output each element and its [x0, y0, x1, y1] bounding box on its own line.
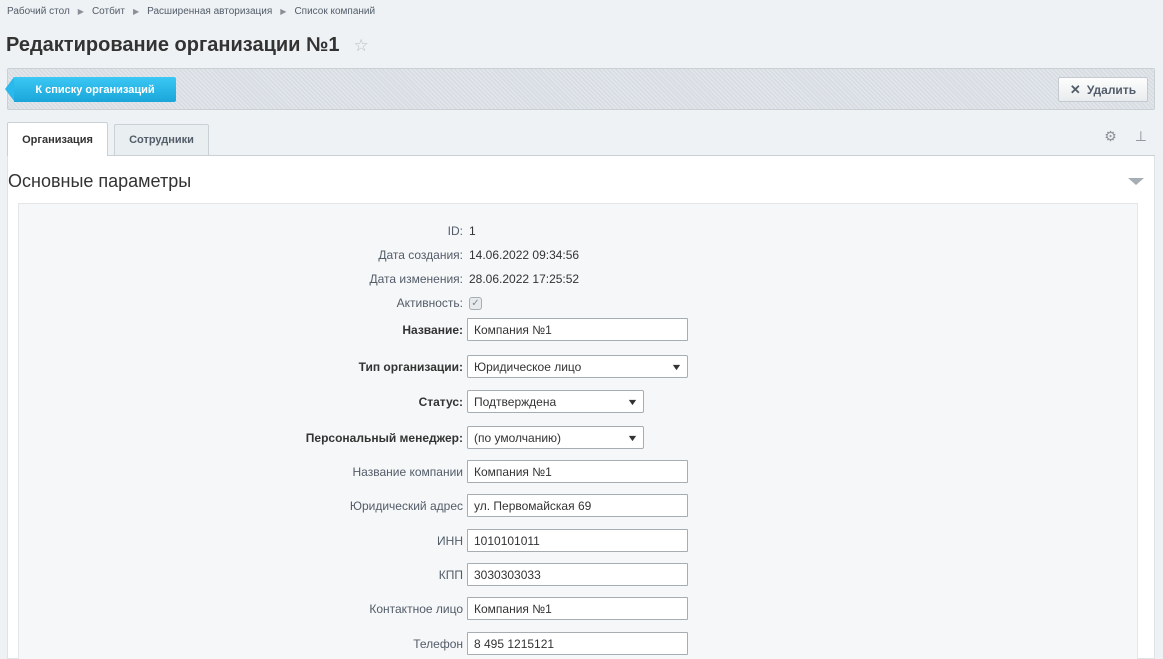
toolbar: К списку организаций ✕ Удалить	[5, 68, 1155, 110]
page-title: Редактирование организации №1	[6, 34, 340, 56]
name-label: Название:	[402, 322, 463, 337]
tab-employees[interactable]: Сотрудники	[114, 124, 209, 155]
back-to-list-button[interactable]: К списку организаций	[5, 77, 176, 102]
address-label: Юридический адрес	[349, 498, 463, 513]
name-input[interactable]: Компания №1	[467, 318, 688, 341]
org-type-value: Юридическое лицо	[474, 359, 582, 374]
form-row-kpp: КПП 3030303033	[19, 563, 1139, 586]
manager-value: (по умолчанию)	[474, 430, 562, 445]
status-select[interactable]: Подтверждена ▼	[467, 390, 644, 413]
status-value: Подтверждена	[474, 394, 557, 409]
breadcrumb-sotbit[interactable]: Сотбит	[92, 6, 125, 17]
chevron-right-icon: ▶	[132, 7, 140, 16]
star-icon[interactable]: ☆	[353, 36, 368, 56]
active-label: Активность:	[396, 296, 463, 310]
section-title: Основные параметры	[8, 171, 192, 191]
created-value: 14.06.2022 09:34:56	[469, 248, 580, 262]
page-title-row: Редактирование организации №1 ☆	[6, 34, 369, 57]
delete-button[interactable]: ✕ Удалить	[1058, 77, 1148, 102]
chevron-down-icon[interactable]	[1128, 178, 1144, 185]
modified-label: Дата изменения:	[369, 272, 464, 286]
breadcrumb: Рабочий стол ▶ Сотбит ▶ Расширенная авто…	[7, 6, 375, 17]
tab-tools: ⚙ ⊥	[1104, 128, 1147, 145]
phone-label: Телефон	[413, 636, 463, 651]
form-row-company: Название компании Компания №1	[19, 460, 1139, 483]
form-row-modified: Дата изменения: 28.06.2022 17:25:52	[19, 272, 1139, 286]
form-area: ID: 1 Дата создания: 14.06.2022 09:34:56…	[18, 203, 1138, 659]
form-row-status: Статус: Подтверждена ▼	[19, 390, 1139, 413]
active-checkbox[interactable]: ✓	[469, 296, 482, 310]
main-panel: Основные параметры ID: 1 Дата создания: …	[7, 156, 1155, 659]
form-row-active: Активность: ✓	[19, 296, 1139, 310]
id-label: ID:	[447, 224, 463, 238]
breadcrumb-extended-auth[interactable]: Расширенная авторизация	[147, 6, 272, 17]
id-value: 1	[469, 224, 476, 238]
company-name-input[interactable]: Компания №1	[467, 460, 688, 483]
chevron-down-icon: ▼	[670, 361, 683, 372]
tab-organization[interactable]: Организация	[7, 122, 108, 157]
status-label: Статус:	[418, 394, 463, 409]
contact-label: Контактное лицо	[369, 601, 463, 616]
gear-icon[interactable]: ⚙	[1104, 128, 1117, 145]
active-value-wrap: ✓	[467, 296, 482, 310]
pin-icon[interactable]: ⊥	[1135, 128, 1147, 145]
breadcrumb-company-list[interactable]: Список компаний	[294, 6, 375, 17]
org-type-select[interactable]: Юридическое лицо ▼	[467, 355, 688, 378]
kpp-label: КПП	[438, 567, 463, 582]
chevron-down-icon: ▼	[626, 396, 639, 407]
delete-button-label: Удалить	[1086, 82, 1137, 97]
chevron-right-icon: ▶	[77, 7, 84, 16]
manager-label: Персональный менеджер:	[305, 430, 463, 445]
contact-person-input[interactable]: Компания №1	[467, 597, 688, 620]
chevron-right-icon: ▶	[280, 7, 287, 16]
chevron-down-icon: ▼	[626, 432, 639, 443]
form-row-phone: Телефон 8 495 1215121	[19, 632, 1139, 655]
tabs: Организация Сотрудники ⚙ ⊥	[7, 118, 1155, 157]
form-row-manager: Персональный менеджер: (по умолчанию) ▼	[19, 426, 1139, 449]
close-icon: ✕	[1069, 81, 1081, 97]
form-row-inn: ИНН 1010101011	[19, 529, 1139, 552]
inn-input[interactable]: 1010101011	[467, 529, 688, 552]
form-row-type: Тип организации: Юридическое лицо ▼	[19, 355, 1139, 378]
form-row-created: Дата создания: 14.06.2022 09:34:56	[19, 248, 1139, 262]
created-label: Дата создания:	[378, 248, 463, 262]
form-row-contact: Контактное лицо Компания №1	[19, 597, 1139, 620]
legal-address-input[interactable]: ул. Первомайская 69	[467, 494, 688, 517]
form-row-name: Название: Компания №1	[19, 318, 1139, 341]
type-label: Тип организации:	[358, 359, 463, 374]
breadcrumb-desktop[interactable]: Рабочий стол	[7, 6, 70, 17]
phone-input[interactable]: 8 495 1215121	[467, 632, 688, 655]
form-row-id: ID: 1	[19, 224, 1139, 238]
company-label: Название компании	[352, 464, 463, 479]
manager-select[interactable]: (по умолчанию) ▼	[467, 426, 644, 449]
kpp-input[interactable]: 3030303033	[467, 563, 688, 586]
modified-value: 28.06.2022 17:25:52	[469, 272, 580, 286]
form-row-address: Юридический адрес ул. Первомайская 69	[19, 494, 1139, 517]
inn-label: ИНН	[437, 533, 463, 548]
